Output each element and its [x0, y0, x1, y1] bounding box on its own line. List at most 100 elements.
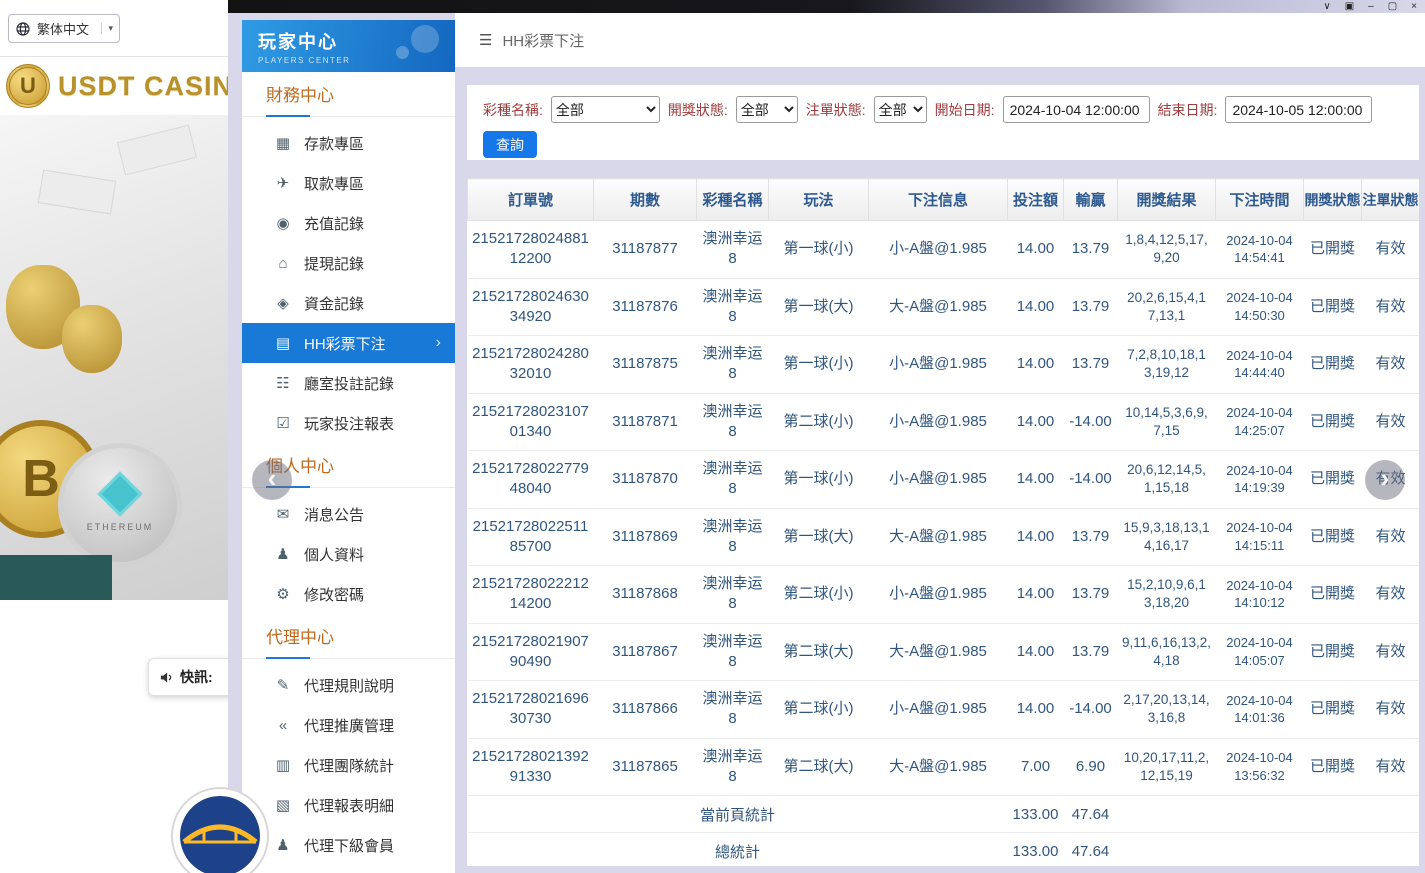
sidebar-item[interactable]: ⌂ 提現記錄 [242, 243, 455, 283]
lottery-name-select[interactable]: 全部 [551, 96, 660, 123]
sidebar-item[interactable]: ◉充值記錄 [242, 203, 455, 243]
news-label: 快訊: [180, 667, 213, 687]
content-topbar: ☰ HH彩票下注 [455, 13, 1425, 67]
cell-time: 2024-10-04 14:10:12 [1216, 566, 1304, 624]
sidebar-item-label: 修改密碼 [304, 584, 364, 605]
sidebar-item[interactable]: ☑玩家投注報表 [242, 403, 455, 443]
cell-info: 小-A盤@1.985 [869, 681, 1008, 739]
draw-status-select[interactable]: 全部 [736, 96, 798, 123]
bet-row: 215217280242803201031187875澳洲幸运8第一球(小)小-… [468, 336, 1420, 394]
language-selector[interactable]: 繁体中文 ▾ [8, 14, 120, 43]
cell-bet: 14.00 [1008, 393, 1064, 451]
column-header: 輸贏 [1064, 179, 1118, 221]
agent-members-icon: ♟ [274, 836, 292, 854]
sidebar-item[interactable]: ◈資金記錄 [242, 283, 455, 323]
bet-status-select[interactable]: 全部 [874, 96, 927, 123]
bet-row: 215217280246303492031187876澳洲幸运8第一球(大)大-… [468, 278, 1420, 336]
menu-toggle-icon[interactable]: ☰ [479, 31, 492, 49]
column-header: 注單狀態 [1362, 179, 1420, 221]
table-header-row: 訂單號期數彩種名稱玩法下注信息投注額輸贏開獎結果下注時間開獎狀態注單狀態 [468, 179, 1420, 221]
sidebar-section-title: 財務中心 [242, 86, 455, 117]
cell-time: 2024-10-04 14:44:40 [1216, 336, 1304, 394]
sidebar-subtitle: PLAYERS CENTER [258, 56, 455, 65]
sidebar-item-label: 取款專區 [304, 173, 364, 194]
sidebar-item[interactable]: ♟個人資料 [242, 534, 455, 574]
announcement-icon: ✉ [274, 505, 292, 523]
cell-order: 2152172802221214200 [468, 566, 594, 624]
sidebar-item[interactable]: ☷廳室投註記錄 [242, 363, 455, 403]
close-button[interactable]: × [1411, 0, 1417, 13]
sidebar-item[interactable]: ▦ 存款專區 [242, 123, 455, 163]
sidebar-item[interactable]: ✈取款專區 [242, 163, 455, 203]
column-header: 投注額 [1008, 179, 1064, 221]
cell-order: 2152172802463034920 [468, 278, 594, 336]
column-header: 開獎狀態 [1304, 179, 1362, 221]
cell-play: 第一球(小) [769, 336, 869, 394]
sidebar-item-label: 存款專區 [304, 133, 364, 154]
cell-bet: 14.00 [1008, 451, 1064, 509]
funds-record-icon: ◈ [274, 294, 292, 312]
bets-table-card: 訂單號期數彩種名稱玩法下注信息投注額輸贏開獎結果下注時間開獎狀態注單狀態 215… [467, 178, 1419, 866]
sidebar-item[interactable]: «代理推廣管理 [242, 705, 455, 745]
sidebar-item[interactable]: ▥ 代理團隊統計 [242, 745, 455, 785]
cell-win: -14.00 [1064, 393, 1118, 451]
start-date-input[interactable] [1003, 96, 1150, 123]
cell-lottery: 澳洲幸运8 [697, 451, 769, 509]
carousel-prev-button[interactable]: ‹ [252, 460, 292, 500]
bet-status-label: 注單狀態: [806, 100, 866, 120]
cell-bet_status: 有效 [1362, 221, 1420, 279]
ethereum-coin-icon: ETHEREUM [58, 443, 182, 567]
sidebar-item[interactable]: ✎代理規則說明 [242, 665, 455, 705]
end-date-input[interactable] [1225, 96, 1372, 123]
sidebar-item-label: 消息公告 [304, 504, 364, 525]
sidebar-item-label: HH彩票下注 [304, 333, 386, 354]
sidebar-item[interactable]: ▧代理報表明細 [242, 785, 455, 825]
cell-order: 2152172802190790490 [468, 623, 594, 681]
table-body: 215217280248811220031187877澳洲幸运8第一球(小)小-… [468, 221, 1420, 796]
cell-time: 2024-10-04 14:19:39 [1216, 451, 1304, 509]
cell-lottery: 澳洲幸运8 [697, 738, 769, 796]
carousel-next-button[interactable]: › [1365, 460, 1405, 500]
page-title: HH彩票下注 [502, 30, 584, 51]
cell-time: 2024-10-04 14:15:11 [1216, 508, 1304, 566]
room-bet-record-icon: ☷ [274, 374, 292, 392]
cell-bet: 7.00 [1008, 738, 1064, 796]
chevron-right-icon: › [1381, 465, 1390, 491]
sidebar-item[interactable]: ✉ 消息公告 [242, 494, 455, 534]
cell-lottery: 澳洲幸运8 [697, 336, 769, 394]
cell-draw_status: 已開獎 [1304, 566, 1362, 624]
cell-win: 13.79 [1064, 508, 1118, 566]
cell-win: 13.79 [1064, 566, 1118, 624]
cell-order: 2152172802310701340 [468, 393, 594, 451]
withdraw-record-icon: ⌂ [274, 255, 292, 272]
cell-bet: 14.00 [1008, 681, 1064, 739]
cell-draw_status: 已開獎 [1304, 738, 1362, 796]
cell-play: 第一球(小) [769, 451, 869, 509]
filter-row: 彩種名稱: 全部 開獎狀態: 全部 注單狀態: 全部 開始日期: 結束日期: [483, 96, 1419, 123]
maximize-button[interactable]: ▢ [1388, 0, 1397, 13]
sidebar-item[interactable]: ⚙修改密碼 [242, 574, 455, 614]
sidebar-item[interactable]: ▤HH彩票下注› [242, 323, 455, 363]
cell-bet_status: 有效 [1362, 623, 1420, 681]
query-button[interactable]: 查詢 [483, 131, 537, 158]
chevron-down-icon[interactable]: ∨ [1323, 0, 1330, 13]
cell-lottery: 澳洲幸运8 [697, 681, 769, 739]
cell-period: 31187876 [594, 278, 697, 336]
sidebar-item-label: 提現記錄 [304, 253, 364, 274]
column-header: 期數 [594, 179, 697, 221]
minimize-button[interactable]: – [1368, 0, 1374, 13]
cell-win: -14.00 [1064, 451, 1118, 509]
cell-period: 31187868 [594, 566, 697, 624]
cell-play: 第二球(小) [769, 393, 869, 451]
cell-info: 大-A盤@1.985 [869, 508, 1008, 566]
column-header: 玩法 [769, 179, 869, 221]
sidebar-item-label: 代理團隊統計 [304, 755, 394, 776]
cell-time: 2024-10-04 14:50:30 [1216, 278, 1304, 336]
agent-team-icon: ▥ [274, 756, 292, 774]
deposit-icon: ▦ [274, 134, 292, 152]
panel-icon[interactable]: ▣ [1345, 0, 1354, 13]
cell-win: 13.79 [1064, 623, 1118, 681]
cell-info: 小-A盤@1.985 [869, 336, 1008, 394]
cell-time: 2024-10-04 13:56:32 [1216, 738, 1304, 796]
sidebar-item[interactable]: ♟代理下級會員 [242, 825, 455, 865]
